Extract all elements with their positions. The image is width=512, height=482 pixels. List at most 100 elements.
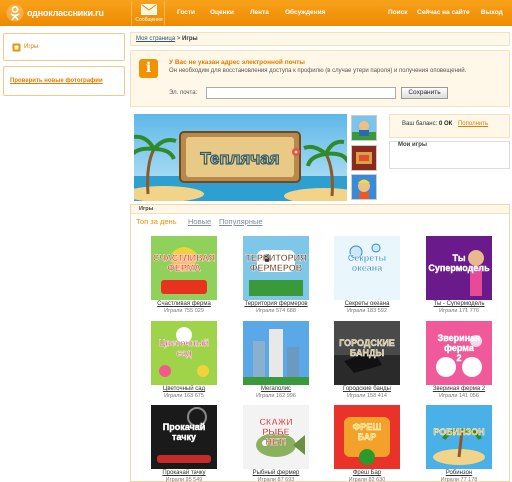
banner-thumbnail-1[interactable] [351,115,377,141]
check-new-photos-link[interactable]: Проверить новые фотографии [10,78,103,84]
nav-online-now[interactable]: Сейчас на сайте [417,9,470,16]
email-field-label: Эл. почта: [169,90,198,96]
svg-text:БАР: БАР [358,432,377,442]
banner-thumbnail-3[interactable] [351,174,377,200]
svg-text:ФЕРМЕРОВ: ФЕРМЕРОВ [250,263,303,273]
game-players-fresh-bar: Играли 82 630 [348,477,386,482]
games-icon [12,43,21,52]
game-tile-farmers-territory[interactable]: ТЕРРИТОРИЯ ФЕРМЕРОВ [243,236,309,300]
nav-search[interactable]: Поиск [388,9,408,16]
game-players-ocean-secrets: Играли 183 592 [347,308,387,314]
game-tile-robinson[interactable]: РОБИНЗОН [426,405,492,469]
svg-text:БАНДЫ: БАНДЫ [350,348,385,358]
game-players-city-gangs: Играли 158 414 [347,393,387,399]
game-name-happy-farm[interactable]: Счастливая ферма [139,301,229,307]
game-tile-animal-farm-2[interactable]: Звериная ферма 2 [426,321,492,385]
sidebar-check-photos-panel: Проверить новые фотографии [3,66,125,96]
svg-text:2: 2 [456,353,461,363]
email-missing-notice: i У Вас не указан адрес электронной почт… [130,50,510,107]
svg-text:ФРЕШ: ФРЕШ [353,422,382,432]
nav-logout[interactable]: Выход [481,9,503,16]
site-logo[interactable]: одноклассники.ru [6,4,104,22]
game-players-animal-farm-2: Играли 141 056 [439,393,479,399]
odnoklassniki-logo-icon [6,4,24,22]
svg-text:Ты: Ты [452,253,465,263]
nav-feed[interactable]: Лента [250,9,269,16]
svg-text:НЕТ!: НЕТ! [266,437,287,447]
notice-text: Он необходим для восстановления доступа … [169,68,467,74]
tab-popular[interactable]: Популярные [219,217,263,226]
svg-text:океана: океана [352,263,383,273]
game-tile-flower-garden[interactable]: Цветочный сад [151,321,217,385]
tab-top-day[interactable]: Топ за день [136,217,177,226]
game-name-fresh-bar[interactable]: Фреш Бар [322,470,412,476]
envelope-icon [141,4,157,15]
breadcrumb-home-link[interactable]: Моя страница [136,36,175,42]
game-name-megapolis[interactable]: Мегаполис [231,386,321,392]
save-email-button[interactable]: Сохранить [401,87,448,99]
game-tile-happy-farm[interactable]: СЧАСТЛИВАЯ ФЕРМА [151,236,217,300]
game-name-ocean-secrets[interactable]: Секреты океана [322,301,412,307]
games-panel-header: Игры [131,205,509,214]
game-name-city-gangs[interactable]: Городские банды [322,386,412,392]
svg-text:Цветочный: Цветочный [159,338,209,348]
svg-text:Секреты: Секреты [348,253,387,263]
breadcrumb: Моя страница > Игры [130,32,510,46]
nav-ratings[interactable]: Оценки [210,9,234,16]
svg-text:РЫБЕ: РЫБЕ [262,427,289,437]
game-name-tune-car[interactable]: Прокачай тачку [139,470,229,476]
game-players-happy-farm: Играли 755 029 [164,308,204,314]
game-players-farmers-territory: Играли 574 688 [256,308,296,314]
svg-text:РОБИНЗОН: РОБИНЗОН [433,427,484,437]
game-players-flower-garden: Играли 163 675 [164,393,204,399]
balance-label: Ваш баланс: [402,121,438,127]
svg-text:Прокачай: Прокачай [163,422,206,432]
game-tile-fish-farmer[interactable]: СКАЖИ РЫБЕ НЕТ! [243,405,309,469]
email-field[interactable] [206,87,396,99]
banner-thumbnail-2[interactable] [351,145,377,171]
game-name-robinson[interactable]: Робинзон [414,470,504,476]
featured-game-banner[interactable]: Теплячая [134,114,347,201]
banner-title: Теплячая [200,149,279,168]
info-icon: i [139,59,158,78]
top-navigation-bar: одноклассники.ru Сообщения Гости Оценки … [0,0,512,26]
nav-guests[interactable]: Гости [177,9,195,16]
game-players-tune-car: Играли 95 549 [165,477,203,482]
game-tile-fresh-bar[interactable]: ФРЕШ БАР [334,405,400,469]
game-tile-tune-car[interactable]: Прокачай тачку [151,405,217,469]
game-name-supermodel[interactable]: Ты - Супермодель [414,301,504,307]
topup-link[interactable]: Пополнить [458,121,488,127]
sidebar-item-games[interactable]: Игры [3,33,125,61]
game-tile-megapolis[interactable] [243,321,309,385]
tab-new[interactable]: Новые [188,217,211,226]
game-name-fish-farmer[interactable]: Рыбный фермер [231,470,321,476]
game-tile-ocean-secrets[interactable]: Секреты океана [334,236,400,300]
my-games-panel: Мои игры [389,141,510,169]
svg-text:Супермодель: Супермодель [428,263,490,273]
svg-text:СКАЖИ: СКАЖИ [259,417,292,427]
messages-button[interactable]: Сообщения [131,1,165,25]
game-tile-supermodel[interactable]: Ты Супермодель [426,236,492,300]
svg-text:тачку: тачку [172,432,196,442]
nav-discussions[interactable]: Обсуждения [285,9,325,16]
game-name-animal-farm-2[interactable]: Звериная ферма 2 [414,386,504,392]
svg-text:СЧАСТЛИВАЯ: СЧАСТЛИВАЯ [153,253,215,263]
svg-text:ТЕРРИТОРИЯ: ТЕРРИТОРИЯ [245,253,306,263]
games-panel-title: Игры [139,206,154,212]
svg-text:ФЕРМА: ФЕРМА [167,263,201,273]
notice-title: У Вас не указан адрес электронной почты [169,59,305,66]
svg-text:сад: сад [176,348,192,358]
site-logo-text: одноклассники.ru [27,8,104,18]
balance-value: 0 ОК [438,121,453,127]
game-tile-city-gangs[interactable]: ГОРОДСКИЕ БАНДЫ [334,321,400,385]
game-players-robinson: Играли 77 178 [440,477,478,482]
sidebar-item-games-label[interactable]: Игры [24,44,38,50]
game-name-farmers-territory[interactable]: Территория фермеров [231,301,321,307]
game-players-fish-farmer: Играли 87 693 [257,477,295,482]
svg-text:ферма: ферма [444,343,475,353]
game-name-flower-garden[interactable]: Цветочный сад [139,386,229,392]
svg-text:Звериная: Звериная [438,333,481,343]
games-catalog-panel: Игры Топ за день Новые Популярные СЧАСТЛ… [130,204,510,482]
my-games-title: Мои игры [398,142,427,148]
messages-label: Сообщения [135,17,163,23]
